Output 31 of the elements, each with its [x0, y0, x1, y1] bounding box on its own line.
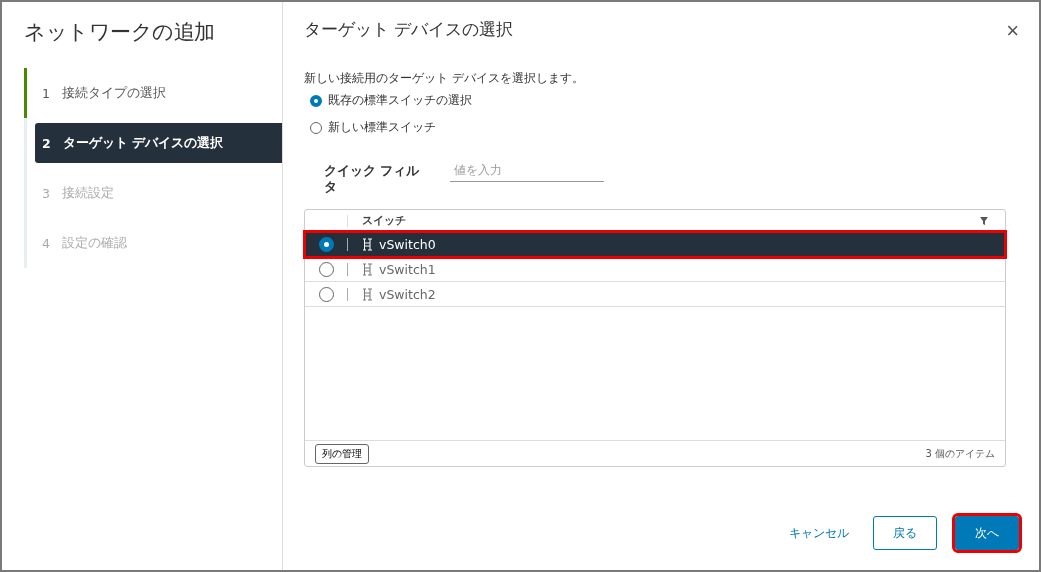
switch-name: vSwitch2	[379, 286, 436, 302]
switch-name: vSwitch0	[379, 236, 436, 252]
filter-label: クイック フィルタ	[324, 163, 421, 195]
switch-name: vSwitch1	[379, 261, 436, 277]
description: 新しい接続用のターゲット デバイスを選択します。	[304, 70, 585, 87]
back-button[interactable]: 戻る	[873, 516, 937, 550]
cancel-button[interactable]: キャンセル	[783, 523, 855, 543]
table-row[interactable]: vSwitch1	[305, 257, 1005, 282]
wizard-step[interactable]: 1 接続タイプの選択	[24, 68, 282, 118]
switch-icon	[362, 287, 373, 301]
table-row[interactable]: vSwitch0	[305, 232, 1005, 257]
row-radio[interactable]	[318, 261, 334, 277]
radio-label[interactable]: 既存の標準スイッチの選択	[328, 92, 472, 109]
wizard-title: ネットワークの追加	[23, 19, 216, 46]
filter-input[interactable]: 値を入力	[450, 163, 604, 182]
close-button[interactable]: ×	[1006, 18, 1019, 44]
table-row[interactable]: vSwitch2	[305, 282, 1005, 307]
manage-columns-button[interactable]: 列の管理	[315, 443, 369, 464]
wizard-step[interactable]: 2 ターゲット デバイスの選択	[35, 123, 282, 163]
next-button[interactable]: 次へ	[955, 516, 1019, 550]
radio-button[interactable]	[310, 94, 322, 107]
item-count: 3 個のアイテム	[925, 446, 995, 461]
column-header[interactable]: スイッチ	[348, 213, 980, 228]
page-title: ターゲット デバイスの選択	[304, 17, 514, 41]
filter-icon[interactable]	[980, 216, 988, 225]
radio-button[interactable]	[310, 121, 322, 134]
row-radio[interactable]	[318, 236, 334, 252]
switch-icon	[362, 237, 373, 251]
radio-label[interactable]: 新しい標準スイッチ	[328, 119, 436, 136]
row-radio[interactable]	[318, 286, 334, 302]
switch-icon	[362, 262, 373, 276]
